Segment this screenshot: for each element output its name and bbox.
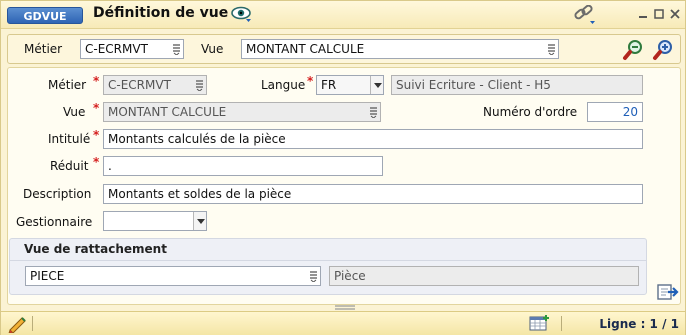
- title-bar: GDVUE Définition de vue: [1, 1, 685, 29]
- chevron-down-icon[interactable]: [193, 212, 206, 230]
- group-divider: [10, 260, 646, 261]
- required-marker: *: [93, 155, 100, 169]
- gestionnaire-select[interactable]: [103, 211, 207, 231]
- metier-field[interactable]: C-ECRMVT: [103, 75, 207, 95]
- list-icon[interactable]: [309, 270, 318, 282]
- eye-icon[interactable]: [231, 5, 253, 23]
- row-counter: Ligne : 1 / 1: [599, 317, 679, 331]
- metier-label: Métier: [48, 78, 87, 92]
- toolbar-vue-label: Vue: [201, 42, 224, 56]
- langue-description-text: Suivi Ecriture - Client - H5: [396, 78, 551, 92]
- langue-label: Langue: [261, 78, 306, 92]
- link-icon[interactable]: [573, 5, 597, 25]
- required-marker: *: [93, 74, 100, 88]
- status-divider: [32, 316, 33, 331]
- vue-label: Vue: [63, 105, 86, 119]
- list-icon[interactable]: [547, 43, 556, 55]
- list-icon[interactable]: [369, 106, 378, 118]
- rattachement-title: Vue de rattachement: [24, 242, 167, 256]
- maximize-icon[interactable]: [653, 8, 665, 20]
- list-icon[interactable]: [195, 79, 204, 91]
- app-code-badge: GDVUE: [7, 7, 83, 24]
- rattachement-field[interactable]: PIECE: [25, 266, 321, 286]
- toolbar-vue-value: MONTANT CALCULE: [246, 42, 365, 56]
- rattachement-value: PIECE: [30, 269, 65, 283]
- chevron-down-icon[interactable]: [370, 76, 383, 94]
- filter-toolbar: Métier C-ECRMVT Vue MONTANT CALCULE: [7, 34, 681, 64]
- ordre-field[interactable]: 20: [587, 102, 643, 122]
- window-title: Définition de vue: [93, 5, 229, 21]
- description-label: Description: [23, 187, 92, 201]
- langue-description: Suivi Ecriture - Client - H5: [391, 75, 643, 95]
- status-divider: [561, 316, 562, 331]
- reduit-field[interactable]: .: [103, 156, 383, 176]
- status-bar: Ligne : 1 / 1: [1, 311, 685, 335]
- vue-field[interactable]: MONTANT CALCULE: [103, 102, 381, 122]
- required-marker: *: [307, 74, 314, 88]
- reduit-label: Réduit: [50, 159, 89, 173]
- pencil-icon[interactable]: [7, 315, 29, 333]
- window: GDVUE Définition de vue Métier C-ECRMVT …: [0, 0, 686, 335]
- toolbar-metier-label: Métier: [24, 42, 63, 56]
- required-marker: *: [93, 128, 100, 142]
- description-field[interactable]: Montants et soldes de la pièce: [103, 184, 643, 204]
- rattachement-description-text: Pièce: [334, 269, 366, 283]
- required-marker: *: [93, 101, 100, 115]
- close-icon[interactable]: [669, 8, 681, 20]
- langue-select[interactable]: FR: [316, 75, 384, 95]
- list-icon[interactable]: [172, 43, 181, 55]
- rattachement-description: Pièce: [329, 266, 639, 286]
- ordre-label: Numéro d'ordre: [483, 105, 578, 119]
- langue-value: FR: [321, 78, 337, 92]
- toolbar-metier-value: C-ECRMVT: [85, 42, 148, 56]
- intitule-label: Intitulé: [48, 132, 91, 146]
- grid-add-icon[interactable]: [529, 314, 551, 332]
- export-arrow-icon[interactable]: [656, 282, 680, 302]
- metier-value: C-ECRMVT: [108, 78, 171, 92]
- intitule-field[interactable]: Montants calculés de la pièce: [103, 129, 643, 149]
- gestionnaire-label: Gestionnaire: [16, 215, 93, 229]
- toolbar-vue-field[interactable]: MONTANT CALCULE: [241, 39, 559, 59]
- toolbar-metier-field[interactable]: C-ECRMVT: [80, 39, 184, 59]
- search-remove-icon[interactable]: [622, 38, 646, 62]
- search-add-icon[interactable]: [652, 38, 676, 62]
- minimize-icon[interactable]: [637, 8, 649, 20]
- vue-value: MONTANT CALCULE: [108, 105, 227, 119]
